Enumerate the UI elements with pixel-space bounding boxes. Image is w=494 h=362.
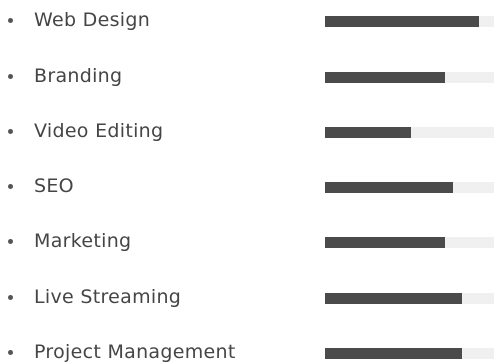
skill-progress-track <box>325 182 494 193</box>
skill-label: Video Editing <box>34 120 164 142</box>
skill-progress-track <box>325 127 494 138</box>
skill-row-project-management: Project Management <box>0 337 494 362</box>
skill-label: SEO <box>34 175 74 197</box>
skill-label: Live Streaming <box>34 286 182 308</box>
skill-label: Branding <box>34 65 123 87</box>
skill-progress-track <box>325 348 494 359</box>
skill-progress-track <box>325 16 494 27</box>
skill-progress-track <box>325 293 494 304</box>
bullet-icon <box>8 18 13 23</box>
skill-progress-fill <box>325 127 412 138</box>
skill-row-web-design: Web Design <box>0 5 494 35</box>
skills-list: Web Design Branding Video Editing SEO Ma… <box>0 0 494 362</box>
bullet-icon <box>8 295 13 300</box>
skill-row-live-streaming: Live Streaming <box>0 282 494 312</box>
skill-progress-track <box>325 72 494 83</box>
skill-progress-track <box>325 237 494 248</box>
bullet-icon <box>8 350 13 355</box>
skill-row-branding: Branding <box>0 61 494 91</box>
skill-progress-fill <box>325 237 445 248</box>
skill-progress-fill <box>325 72 445 83</box>
skill-progress-fill <box>325 348 462 359</box>
skill-row-marketing: Marketing <box>0 226 494 256</box>
skill-progress-fill <box>325 293 462 304</box>
skill-progress-fill <box>325 16 479 27</box>
bullet-icon <box>8 239 13 244</box>
skill-progress-fill <box>325 182 454 193</box>
skill-row-video-editing: Video Editing <box>0 116 494 146</box>
bullet-icon <box>8 74 13 79</box>
bullet-icon <box>8 184 13 189</box>
skill-row-seo: SEO <box>0 171 494 201</box>
skill-label: Marketing <box>34 230 132 252</box>
bullet-icon <box>8 129 13 134</box>
skill-label: Web Design <box>34 9 151 31</box>
skill-label: Project Management <box>34 341 236 362</box>
